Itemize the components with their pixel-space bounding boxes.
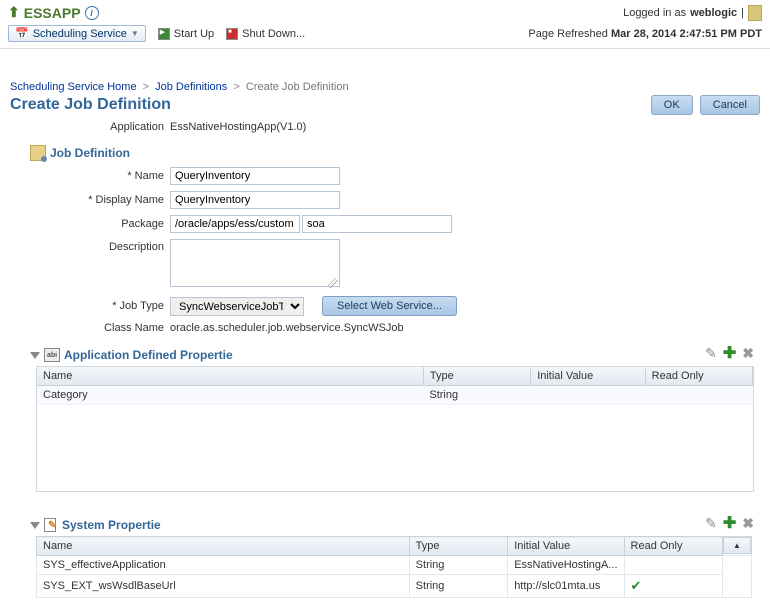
app-title: ⬆ ESSAPP i [8, 4, 99, 21]
table-row[interactable]: SYS_EXT_wsWsdlBaseUrl String http://slc0… [37, 575, 752, 598]
job-definition-section-title: Job Definition [50, 146, 130, 160]
cell-initial [531, 386, 645, 405]
sys-props-title: System Propertie [62, 518, 161, 532]
breadcrumb-job-defs[interactable]: Job Definitions [155, 81, 227, 93]
user-menu-sep: | [741, 7, 744, 19]
description-label: Description [38, 239, 170, 253]
cell-readonly [645, 386, 752, 405]
col-readonly[interactable]: Read Only [624, 537, 722, 556]
system-properties-icon [44, 518, 58, 532]
application-label: Application [38, 121, 170, 133]
shut-down-label: Shut Down... [242, 28, 305, 40]
info-icon[interactable]: i [85, 6, 99, 20]
page-title: Create Job Definition [10, 96, 171, 114]
cell-readonly [624, 556, 722, 575]
delete-icon[interactable]: ✖ [742, 345, 754, 362]
scroll-up-button[interactable]: ▲ [723, 537, 751, 554]
scheduling-service-label: Scheduling Service [33, 28, 127, 40]
table-row[interactable]: SYS_effectiveApplication String EssNativ… [37, 556, 752, 575]
logged-in-prefix: Logged in as [623, 7, 686, 19]
display-name-label: Display Name [96, 194, 164, 206]
play-icon [158, 28, 170, 40]
col-readonly[interactable]: Read Only [645, 367, 752, 386]
breadcrumb: Scheduling Service Home > Job Definition… [10, 81, 760, 93]
chevron-down-icon: ▼ [131, 29, 139, 38]
start-up-label: Start Up [174, 28, 214, 40]
display-name-input[interactable] [170, 191, 340, 209]
logged-in-user: weblogic [690, 7, 737, 19]
package-label: Package [38, 218, 170, 230]
job-type-label: Job Type [120, 300, 164, 312]
description-textarea[interactable] [170, 239, 340, 287]
job-definition-icon [30, 145, 46, 161]
scheduling-service-icon: 📅 [15, 27, 29, 40]
cell-type: String [409, 575, 508, 598]
cell-name: SYS_EXT_wsWsdlBaseUrl [37, 575, 410, 598]
app-props-table: Name Type Initial Value Read Only Catego… [36, 366, 754, 492]
shut-down-button[interactable]: Shut Down... [226, 28, 305, 40]
resize-grip-icon[interactable] [328, 278, 338, 288]
col-type[interactable]: Type [409, 537, 508, 556]
abi-icon: abi [44, 348, 60, 362]
login-info: Logged in as weblogic | [623, 4, 762, 21]
cell-name: SYS_effectiveApplication [37, 556, 410, 575]
refresh-prefix: Page Refreshed [528, 28, 608, 40]
cell-readonly: ✔ [624, 575, 722, 598]
name-label: Name [135, 170, 164, 182]
cell-initial: http://slc01mta.us [508, 575, 624, 598]
cell-name: Category [37, 386, 423, 405]
cell-type: String [409, 556, 508, 575]
start-up-button[interactable]: Start Up [158, 28, 214, 40]
disclose-icon[interactable] [30, 352, 40, 359]
select-web-service-button[interactable]: Select Web Service... [322, 296, 457, 316]
package-input-1[interactable] [170, 215, 300, 233]
name-input[interactable] [170, 167, 340, 185]
application-value: EssNativeHostingApp(V1.0) [170, 121, 306, 133]
delete-icon[interactable]: ✖ [742, 515, 754, 532]
table-row[interactable]: Category String [37, 386, 753, 405]
edit-icon[interactable]: ✎ [705, 345, 717, 362]
sys-props-table: Name Type Initial Value Read Only ▲ SYS_… [36, 536, 752, 598]
page-refreshed: Page Refreshed Mar 28, 2014 2:47:51 PM P… [528, 28, 762, 40]
disclose-icon[interactable] [30, 522, 40, 529]
cell-type: String [423, 386, 530, 405]
breadcrumb-sep: > [140, 81, 152, 93]
ok-button[interactable]: OK [651, 95, 693, 115]
up-arrow-icon: ⬆ [8, 4, 20, 21]
stop-icon [226, 28, 238, 40]
breadcrumb-current: Create Job Definition [246, 81, 349, 93]
add-icon[interactable]: ✚ [723, 513, 736, 533]
cancel-button[interactable]: Cancel [700, 95, 760, 115]
col-name[interactable]: Name [37, 537, 410, 556]
edit-icon[interactable]: ✎ [705, 515, 717, 532]
scrollbar-track[interactable] [723, 556, 752, 598]
col-name[interactable]: Name [37, 367, 423, 386]
col-initial[interactable]: Initial Value [531, 367, 645, 386]
col-initial[interactable]: Initial Value [508, 537, 624, 556]
col-type[interactable]: Type [423, 367, 530, 386]
book-icon[interactable] [748, 5, 762, 21]
breadcrumb-home[interactable]: Scheduling Service Home [10, 81, 137, 93]
job-type-select[interactable]: SyncWebserviceJobType [170, 297, 304, 316]
app-name-text: ESSAPP [24, 5, 81, 21]
class-name-label: Class Name [38, 322, 170, 334]
class-name-value: oracle.as.scheduler.job.webservice.SyncW… [170, 322, 404, 334]
scheduling-service-menu[interactable]: 📅 Scheduling Service ▼ [8, 25, 146, 42]
add-icon[interactable]: ✚ [723, 343, 736, 363]
check-icon: ✔ [631, 578, 642, 593]
breadcrumb-sep: > [230, 81, 242, 93]
app-props-title: Application Defined Propertie [64, 348, 233, 362]
cell-initial: EssNativeHostingA... [508, 556, 624, 575]
refresh-time: Mar 28, 2014 2:47:51 PM PDT [611, 28, 762, 40]
package-input-2[interactable] [302, 215, 452, 233]
